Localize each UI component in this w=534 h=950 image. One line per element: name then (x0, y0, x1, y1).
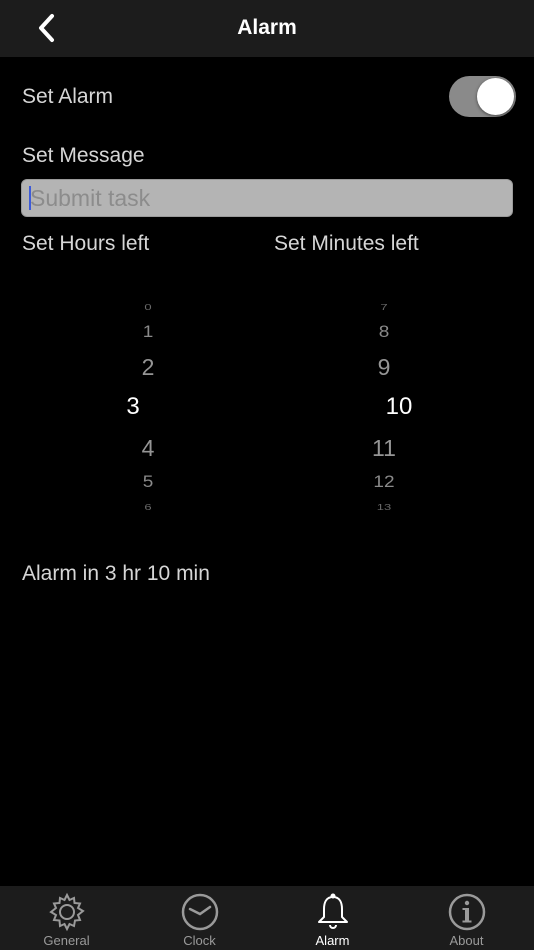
tab-alarm[interactable]: Alarm (266, 886, 399, 950)
tab-about[interactable]: About (400, 886, 533, 950)
picker-item[interactable]: 11 (332, 435, 436, 462)
tab-clock[interactable]: Clock (133, 886, 266, 950)
message-input[interactable] (21, 179, 513, 217)
page-title: Alarm (237, 16, 297, 39)
tab-bar: General Clock Alarm About (0, 886, 534, 950)
tab-label: Clock (183, 933, 216, 948)
picker-item[interactable]: 2 (96, 354, 200, 381)
clock-icon (181, 893, 218, 931)
picker-selected-minute[interactable]: 10 (362, 393, 436, 421)
navigation-bar: Alarm (0, 0, 534, 57)
picker-item[interactable]: 7 (332, 303, 436, 312)
picker-item[interactable]: 6 (96, 503, 200, 512)
set-alarm-label: Set Alarm (22, 85, 114, 108)
picker-item[interactable]: 12 (332, 474, 436, 493)
tab-label: General (43, 933, 90, 948)
gear-icon (48, 892, 85, 932)
picker-item[interactable]: 5 (96, 474, 200, 493)
hours-picker[interactable]: 0 1 2 3 4 5 6 (96, 290, 200, 525)
picker-item[interactable]: 8 (332, 324, 436, 343)
minutes-picker[interactable]: 7 8 9 10 11 12 13 (332, 290, 436, 525)
tab-general[interactable]: General (0, 886, 133, 950)
alarm-status-text: Alarm in 3 hr 10 min (22, 562, 210, 585)
info-icon (448, 893, 485, 931)
alarm-toggle[interactable] (449, 76, 516, 117)
hours-label: Set Hours left (22, 232, 150, 255)
set-message-label: Set Message (22, 144, 145, 167)
picker-item[interactable]: 4 (96, 435, 200, 462)
picker-selected-hour[interactable]: 3 (66, 393, 200, 421)
toggle-knob (477, 78, 514, 115)
bell-icon (317, 893, 348, 929)
picker-item[interactable]: 1 (96, 324, 200, 343)
picker-item[interactable]: 0 (96, 303, 200, 312)
picker-item[interactable]: 13 (332, 503, 436, 512)
text-caret (29, 186, 31, 210)
minutes-label: Set Minutes left (274, 232, 419, 255)
tab-label: About (449, 933, 484, 948)
picker-item[interactable]: 9 (332, 354, 436, 381)
tab-label: Alarm (315, 933, 350, 948)
